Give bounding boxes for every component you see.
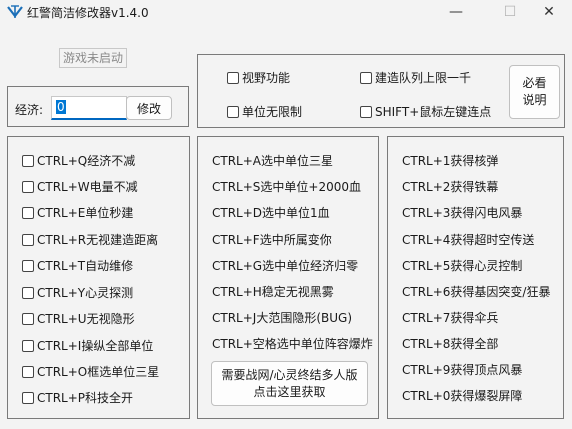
modify-button[interactable]: 修改 (126, 96, 172, 120)
hotkey-label: CTRL+空格选中单位阵容爆炸 (212, 337, 373, 351)
checkbox-label: 单位无限制 (242, 105, 303, 119)
checkbox-box (22, 233, 34, 246)
hotkey-label: CTRL+P科技全开 (37, 391, 134, 405)
hotkey-label: CTRL+Q经济不减 (37, 154, 136, 168)
hotkey-checkbox[interactable]: CTRL+O框选单位三星 (22, 363, 159, 380)
hotkey-checkbox[interactable]: CTRL+I操纵全部单位 (22, 337, 153, 354)
hotkey-label: CTRL+6获得基因突变/狂暴 (402, 285, 551, 299)
help-label-line2: 说明 (522, 93, 547, 107)
hotkey-label: CTRL+D选中单位1血 (212, 206, 330, 220)
hotkey-label: CTRL+0获得爆裂屏障 (402, 389, 523, 403)
hotkey-label: CTRL+S选中单位+2000血 (212, 180, 361, 194)
help-button[interactable]: 必看 说明 (509, 65, 560, 119)
checkbox-box (227, 71, 239, 84)
economy-label: 经济: (15, 103, 44, 117)
hotkey-label: CTRL+R无视建造距离 (37, 233, 159, 247)
close-button[interactable]: ✕ (526, 0, 572, 24)
hotkey-checkbox[interactable]: CTRL+Q经济不减 (22, 152, 135, 169)
hotkey-label: CTRL+7获得伞兵 (402, 311, 499, 325)
hotkey-label: CTRL+Y心灵探测 (37, 286, 134, 300)
checkbox-box (22, 180, 34, 193)
hotkey-label: CTRL+3获得闪电风暴 (402, 206, 523, 220)
vision-checkbox[interactable]: 视野功能 (227, 69, 290, 86)
checkbox-box (22, 154, 34, 167)
app-logo-icon (7, 5, 23, 18)
economy-value: 0 (56, 100, 66, 114)
hotkey-label: CTRL+4获得超时空传送 (402, 233, 535, 247)
checkbox-box (22, 391, 34, 404)
hotkey-label: CTRL+E单位秒建 (37, 206, 134, 220)
checkbox-box (22, 365, 34, 378)
checkbox-box (22, 259, 34, 272)
hotkey-label: CTRL+A选中单位三星 (212, 154, 333, 168)
hotkey-unit-panel: CTRL+A选中单位三星 CTRL+S选中单位+2000血 CTRL+D选中单位… (197, 136, 379, 419)
checkbox-box (227, 105, 239, 118)
checkbox-label: 建造队列上限一千 (375, 71, 472, 85)
window-title: 红警简洁修改器v1.4.0 (27, 6, 149, 20)
hotkey-label: CTRL+J大范围隐形(BUG) (212, 311, 353, 325)
economy-input[interactable]: 0 (51, 96, 127, 120)
hotkey-label: CTRL+G选中单位经济归零 (212, 259, 359, 273)
unit-unlimited-checkbox[interactable]: 单位无限制 (227, 103, 302, 120)
hotkey-checkbox[interactable]: CTRL+P科技全开 (22, 389, 133, 406)
hotkey-label: CTRL+8获得全部 (402, 337, 499, 351)
game-status-label: 游戏未启动 (59, 48, 127, 68)
hotkey-label: CTRL+5获得心灵控制 (402, 259, 523, 273)
hotkey-label: CTRL+O框选单位三星 (37, 365, 160, 379)
hotkey-label: CTRL+I操纵全部单位 (37, 339, 154, 353)
checkbox-box (22, 286, 34, 299)
checkbox-label: 视野功能 (242, 71, 291, 85)
economy-panel: 经济: 0 修改 (7, 86, 189, 127)
hotkey-label: CTRL+1获得核弹 (402, 154, 499, 168)
hotkey-checkbox-panel: CTRL+Q经济不减 CTRL+W电量不减 CTRL+E单位秒建 CTRL+R无… (7, 136, 190, 419)
hotkey-checkbox[interactable]: CTRL+W电量不减 (22, 178, 138, 195)
features-panel: 视野功能 建造队列上限一千 单位无限制 SHIFT+鼠标左键连点 必看 说明 (197, 54, 565, 128)
hotkey-label: CTRL+W电量不减 (37, 180, 138, 194)
hotkey-checkbox[interactable]: CTRL+E单位秒建 (22, 204, 133, 221)
checkbox-box (360, 105, 372, 118)
help-label-line1: 必看 (522, 76, 547, 90)
online-button-line2: 点击这里获取 (253, 384, 326, 399)
checkbox-label: SHIFT+鼠标左键连点 (375, 105, 492, 119)
checkbox-box (22, 339, 34, 352)
hotkey-label: CTRL+U无视隐形 (37, 312, 135, 326)
checkbox-box (360, 71, 372, 84)
checkbox-box (22, 312, 34, 325)
online-button-line1: 需要战网/心灵终结多人版 (221, 367, 358, 382)
hotkey-checkbox[interactable]: CTRL+Y心灵探测 (22, 284, 133, 301)
hotkey-superweapon-panel: CTRL+1获得核弹 CTRL+2获得铁幕 CTRL+3获得闪电风暴 CTRL+… (387, 136, 564, 419)
get-online-version-button[interactable]: 需要战网/心灵终结多人版 点击这里获取 (211, 361, 368, 406)
hotkey-checkbox[interactable]: CTRL+T自动维修 (22, 257, 133, 274)
hotkey-label: CTRL+2获得铁幕 (402, 180, 499, 194)
minimize-button[interactable]: — (433, 0, 479, 24)
hotkey-checkbox[interactable]: CTRL+R无视建造距离 (22, 231, 158, 248)
hotkey-label: CTRL+F选中所属变你 (212, 233, 332, 247)
title-bar: 红警简洁修改器v1.4.0 — ☐ ✕ (0, 0, 572, 26)
hotkey-checkbox[interactable]: CTRL+U无视隐形 (22, 310, 135, 327)
shift-click-checkbox[interactable]: SHIFT+鼠标左键连点 (360, 103, 491, 120)
checkbox-box (22, 206, 34, 219)
hotkey-label: CTRL+T自动维修 (37, 259, 134, 273)
build-queue-checkbox[interactable]: 建造队列上限一千 (360, 69, 471, 86)
hotkey-label: CTRL+H稳定无视黑雾 (212, 285, 334, 299)
hotkey-label: CTRL+9获得顶点风暴 (402, 363, 523, 377)
